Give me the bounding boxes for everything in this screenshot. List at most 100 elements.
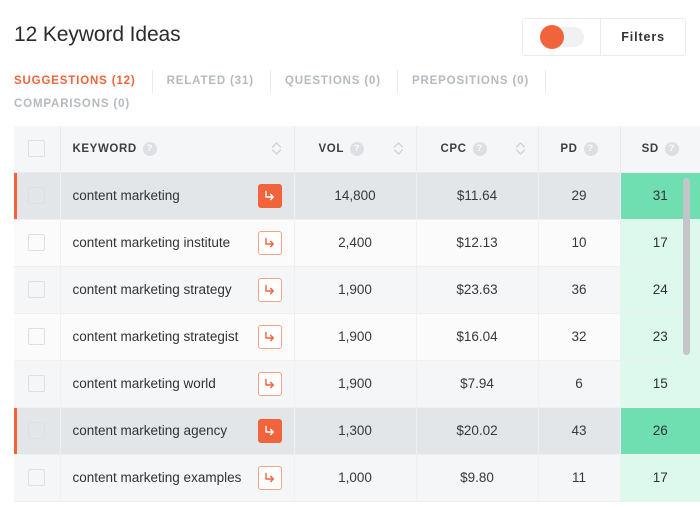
cpc-cell: $20.02 xyxy=(416,407,539,455)
keyword-cell: content marketing xyxy=(60,172,295,220)
row-checkbox[interactable] xyxy=(28,187,46,204)
sort-icon-cpc[interactable] xyxy=(515,142,526,155)
table-row[interactable]: content marketing examples 1,000 $9.80 11 17 xyxy=(14,454,700,502)
tab-related[interactable]: RELATED (31) xyxy=(167,70,271,93)
table-row[interactable]: content marketing 14,800 $11.64 29 31 xyxy=(14,172,700,220)
pd-cell: 11 xyxy=(538,454,621,502)
row-checkbox[interactable] xyxy=(28,469,46,486)
column-label-sd: SD xyxy=(641,142,659,155)
keyword-table: KEYWORD ? VOL ? CPC ? PD ? SD ? content … xyxy=(14,126,700,502)
tab-prepositions[interactable]: PREPOSITIONS (0) xyxy=(412,70,547,93)
cpc-cell: $16.04 xyxy=(416,313,539,361)
vol-cell: 1,900 xyxy=(294,360,417,408)
column-label-keyword: KEYWORD xyxy=(72,142,137,155)
help-icon-vol[interactable]: ? xyxy=(349,141,364,156)
tab-questions[interactable]: QUESTIONS (0) xyxy=(285,70,398,93)
tab-bar: SUGGESTIONS (12) RELATED (31) QUESTIONS … xyxy=(0,70,700,116)
filters-button[interactable]: Filters xyxy=(601,19,685,55)
row-checkbox[interactable] xyxy=(28,422,46,439)
open-keyword-arrow-icon[interactable] xyxy=(257,277,282,302)
scrollbar-thumb[interactable] xyxy=(683,178,690,355)
vol-cell: 2,400 xyxy=(294,219,417,267)
keyword-cell: content marketing institute xyxy=(60,219,295,267)
keyword-label: content marketing strategist xyxy=(72,329,239,344)
row-checkbox[interactable] xyxy=(28,234,46,251)
table-row[interactable]: content marketing strategist 1,900 $16.04 3… xyxy=(14,313,700,361)
header-actions: Filters xyxy=(522,18,686,56)
keyword-label: content marketing strategy xyxy=(72,282,232,297)
column-header-keyword[interactable]: KEYWORD ? xyxy=(60,126,295,173)
row-checkbox[interactable] xyxy=(28,375,46,392)
row-select-cell[interactable] xyxy=(14,266,61,314)
keyword-cell: content marketing examples xyxy=(60,454,295,502)
open-keyword-arrow-icon[interactable] xyxy=(257,465,282,490)
column-label-pd: PD xyxy=(560,142,578,155)
column-header-pd[interactable]: PD ? xyxy=(538,126,621,173)
keyword-ideas-panel: 12 Keyword Ideas Filters SUGGESTIONS (12… xyxy=(0,0,700,507)
help-icon-sd[interactable]: ? xyxy=(664,141,679,156)
sort-icon-keyword[interactable] xyxy=(271,142,282,155)
row-select-cell[interactable] xyxy=(14,360,61,408)
toggle-knob[interactable] xyxy=(539,25,564,49)
open-keyword-arrow-icon[interactable] xyxy=(257,183,282,208)
pd-cell: 6 xyxy=(538,360,621,408)
table-row[interactable]: content marketing world 1,900 $7.94 6 15 xyxy=(14,360,700,408)
row-select-cell[interactable] xyxy=(14,313,61,361)
row-select-cell[interactable] xyxy=(14,172,61,220)
select-all-header[interactable] xyxy=(14,126,61,173)
help-icon-keyword[interactable]: ? xyxy=(142,141,157,156)
row-select-cell[interactable] xyxy=(14,454,61,502)
cpc-cell: $7.94 xyxy=(416,360,539,408)
open-keyword-arrow-icon[interactable] xyxy=(257,418,282,443)
pd-cell: 10 xyxy=(538,219,621,267)
pd-cell: 32 xyxy=(538,313,621,361)
tab-suggestions[interactable]: SUGGESTIONS (12) xyxy=(14,70,153,93)
table-row[interactable]: content marketing institute 2,400 $12.13 10… xyxy=(14,219,700,267)
results-toggle[interactable] xyxy=(523,19,602,55)
keyword-label: content marketing world xyxy=(72,376,216,391)
table-row[interactable]: content marketing strategy 1,900 $23.63 36 2… xyxy=(14,266,700,314)
column-header-cpc[interactable]: CPC ? xyxy=(416,126,539,173)
help-icon-cpc[interactable]: ? xyxy=(472,141,487,156)
column-header-sd[interactable]: SD ? xyxy=(620,126,700,173)
cpc-cell: $12.13 xyxy=(416,219,539,267)
open-keyword-arrow-icon[interactable] xyxy=(257,371,282,396)
row-checkbox[interactable] xyxy=(28,328,46,345)
vol-cell: 14,800 xyxy=(294,172,417,220)
sort-icon-vol[interactable] xyxy=(393,142,404,155)
vol-cell: 1,900 xyxy=(294,313,417,361)
vol-cell: 1,900 xyxy=(294,266,417,314)
column-label-cpc: CPC xyxy=(440,142,467,155)
panel-header: 12 Keyword Ideas Filters xyxy=(0,0,700,70)
row-select-cell[interactable] xyxy=(14,219,61,267)
row-checkbox[interactable] xyxy=(28,281,46,298)
keyword-cell: content marketing strategy xyxy=(60,266,295,314)
table-row[interactable]: content marketing agency 1,300 $20.02 43 26 xyxy=(14,407,700,455)
page-title: 12 Keyword Ideas xyxy=(14,23,181,46)
table-body: content marketing 14,800 $11.64 29 31 content… xyxy=(14,172,700,502)
cpc-cell: $11.64 xyxy=(416,172,539,220)
open-keyword-arrow-icon[interactable] xyxy=(257,230,282,255)
cpc-cell: $23.63 xyxy=(416,266,539,314)
pd-cell: 29 xyxy=(538,172,621,220)
help-icon-pd[interactable]: ? xyxy=(583,141,598,156)
open-keyword-arrow-icon[interactable] xyxy=(257,324,282,349)
keyword-label: content marketing examples xyxy=(72,470,242,485)
select-all-checkbox[interactable] xyxy=(28,140,46,158)
column-header-vol[interactable]: VOL ? xyxy=(294,126,417,173)
table-header: KEYWORD ? VOL ? CPC ? PD ? SD ? xyxy=(14,126,700,173)
keyword-label: content marketing agency xyxy=(72,423,228,438)
pd-cell: 43 xyxy=(538,407,621,455)
cpc-cell: $9.80 xyxy=(416,454,539,502)
tab-comparisons[interactable]: COMPARISONS (0) xyxy=(14,93,672,116)
toggle-track[interactable] xyxy=(539,25,584,49)
scrollbar-track[interactable] xyxy=(683,174,695,507)
keyword-label: content marketing institute xyxy=(72,235,231,250)
pd-cell: 36 xyxy=(538,266,621,314)
row-select-cell[interactable] xyxy=(14,407,61,455)
keyword-cell: content marketing agency xyxy=(60,407,295,455)
keyword-cell: content marketing strategist xyxy=(60,313,295,361)
keyword-table-container: KEYWORD ? VOL ? CPC ? PD ? SD ? content … xyxy=(14,126,700,507)
table-header-row: KEYWORD ? VOL ? CPC ? PD ? SD ? xyxy=(14,126,700,173)
vol-cell: 1,300 xyxy=(294,407,417,455)
